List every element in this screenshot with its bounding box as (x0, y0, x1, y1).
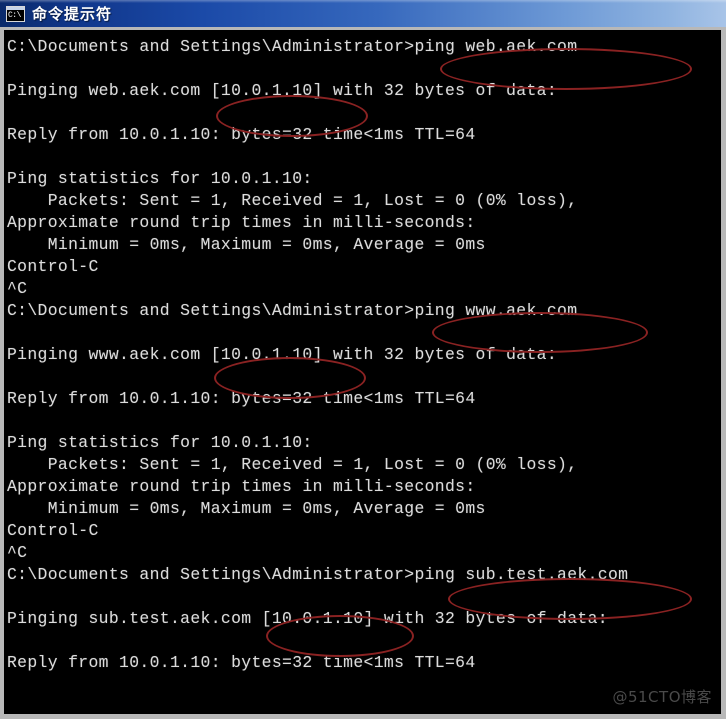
console-surface[interactable]: C:\Documents and Settings\Administrator>… (4, 30, 721, 714)
command-prompt-window: C:\ 命令提示符 C:\Documents and Settings\Admi… (0, 0, 726, 719)
command-prompt-icon: C:\ (6, 5, 25, 22)
watermark-label: @51CTO博客 (612, 688, 712, 706)
icon-prompt-label: C:\ (8, 10, 21, 20)
console-frame: C:\Documents and Settings\Administrator>… (0, 27, 726, 719)
window-title: 命令提示符 (32, 4, 113, 23)
console-output: C:\Documents and Settings\Administrator>… (7, 37, 629, 672)
window-titlebar[interactable]: C:\ 命令提示符 (0, 0, 726, 27)
